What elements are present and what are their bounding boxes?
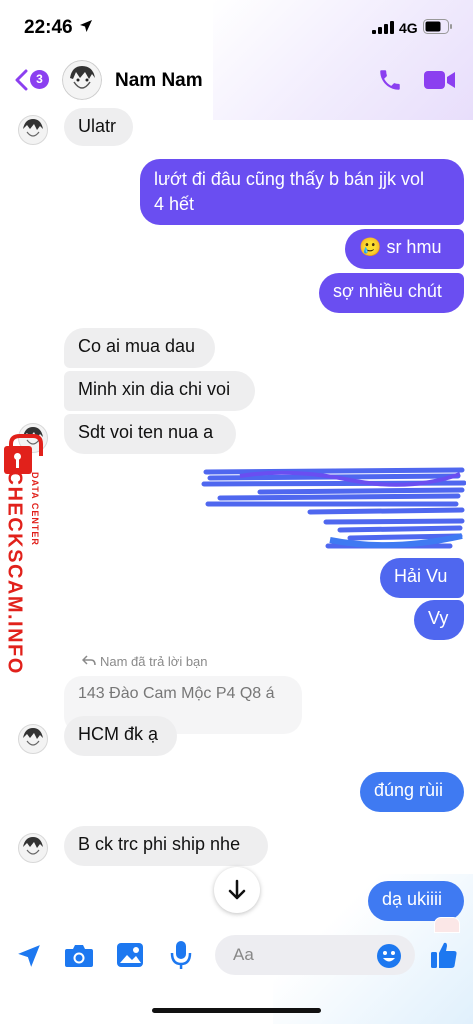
message-bubble-incoming[interactable]: B ck trc phi ship nhe — [64, 826, 268, 866]
camera-icon[interactable] — [64, 943, 94, 969]
message-bubble-incoming[interactable]: Sdt voi ten nua a — [64, 414, 236, 454]
message-bubble-outgoing[interactable]: Vy — [414, 600, 464, 640]
phone-icon[interactable] — [377, 67, 403, 93]
message-bubble-outgoing[interactable]: đúng rùii — [360, 772, 464, 812]
video-camera-icon[interactable] — [424, 69, 456, 91]
reply-icon — [82, 655, 96, 666]
message-bubble-outgoing[interactable]: 🥲 sr hmu — [345, 229, 464, 269]
emoji-glyph: 🥲 — [359, 237, 382, 257]
message-bubble-outgoing[interactable]: dạ ukiiii — [368, 881, 464, 921]
watermark-label: DATA CENTER — [30, 472, 40, 546]
message-text: sr hmu — [386, 237, 442, 257]
quoted-message-text: 143 Đào Cam Mộc P4 Q8 á — [78, 685, 275, 702]
redacted-message-scribble — [201, 467, 466, 549]
send-location-icon[interactable] — [16, 943, 42, 969]
contact-avatar[interactable] — [62, 60, 102, 100]
lock-keyhole-bar — [16, 458, 19, 468]
gallery-icon[interactable] — [116, 942, 144, 968]
emoji-icon[interactable] — [376, 943, 402, 969]
contact-name[interactable]: Nam Nam — [115, 70, 203, 92]
avatar[interactable] — [18, 115, 48, 145]
home-indicator — [152, 1008, 321, 1013]
avatar[interactable] — [18, 833, 48, 863]
message-bubble-outgoing[interactable]: Hải Vu — [380, 558, 464, 598]
location-arrow-icon — [80, 20, 92, 32]
message-input-placeholder: Aa — [233, 945, 254, 964]
back-chevron-icon[interactable] — [14, 69, 28, 91]
chat-header: 3 Nam Nam — [0, 56, 473, 106]
reply-info-label: Nam đã trả lời bạn — [100, 654, 208, 669]
message-line: 4 hết — [154, 194, 195, 214]
thumbs-up-icon[interactable] — [430, 940, 458, 970]
message-bubble-incoming[interactable]: HCM đk ạ — [64, 716, 177, 756]
scroll-to-bottom-button[interactable] — [214, 867, 260, 913]
avatar[interactable] — [18, 724, 48, 754]
message-bubble-incoming[interactable]: Ulatr — [64, 108, 133, 146]
microphone-icon[interactable] — [170, 940, 192, 970]
network-type: 4G — [399, 20, 418, 36]
reaction-badge[interactable] — [434, 917, 460, 933]
status-bar: 22:46 4G — [0, 0, 473, 56]
unread-badge[interactable]: 3 — [30, 70, 49, 89]
battery-icon — [423, 19, 452, 34]
watermark-site: CHECKSCAM.INFO — [3, 470, 26, 675]
message-bubble-outgoing[interactable]: sợ nhiều chút — [319, 273, 464, 313]
signal-bars-icon — [372, 21, 394, 34]
message-bubble-incoming[interactable]: Co ai mua dau — [64, 328, 215, 368]
status-time: 22:46 — [24, 17, 73, 38]
message-line: lướt đi đâu cũng thấy b bán jjk vol — [154, 169, 425, 189]
lock-shackle — [9, 434, 43, 456]
message-bubble-incoming[interactable]: Minh xin dia chi voi — [64, 371, 255, 411]
arrow-down-icon — [228, 879, 246, 900]
message-bubble-outgoing[interactable]: lướt đi đâu cũng thấy b bán jjk vol 4 hế… — [140, 159, 464, 225]
